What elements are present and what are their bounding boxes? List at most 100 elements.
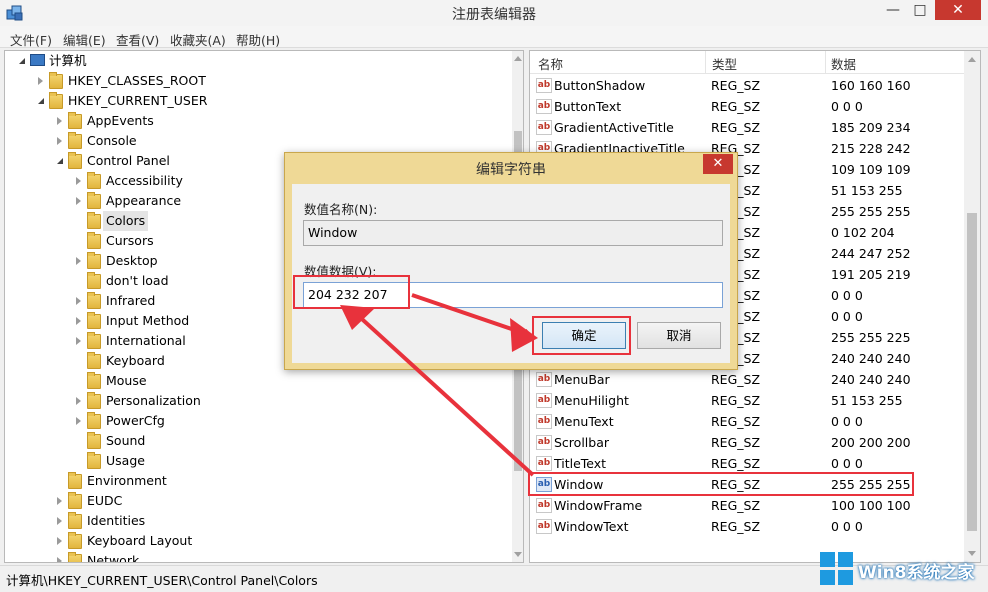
value-data-label: 数值数据(V):	[304, 264, 377, 279]
value-type: REG_SZ	[711, 477, 761, 492]
tree-node-label: Keyboard Layout	[87, 533, 193, 548]
value-type: REG_SZ	[711, 78, 761, 93]
value-data-input[interactable]: 204 232 207	[303, 282, 723, 308]
collapsed-arrow-icon[interactable]	[57, 537, 62, 545]
collapsed-arrow-icon[interactable]	[57, 137, 62, 145]
menu-file[interactable]: 文件(F)	[10, 30, 52, 49]
string-value-icon: ab	[536, 456, 552, 471]
value-name: TitleText	[554, 456, 607, 471]
list-item[interactable]: ab ButtonShadow REG_SZ 160 160 160	[530, 75, 964, 96]
list-header: 名称 类型 数据	[530, 51, 964, 74]
collapsed-arrow-icon[interactable]	[76, 397, 81, 405]
column-header-type[interactable]: 类型	[712, 54, 737, 73]
tree-node-label: Appearance	[106, 193, 182, 208]
string-value-icon: ab	[536, 498, 552, 513]
expanded-arrow-icon[interactable]	[38, 98, 44, 104]
value-data: 215 228 242	[831, 141, 911, 156]
close-button[interactable]: ✕	[935, 0, 981, 20]
folder-icon	[87, 312, 101, 329]
collapsed-arrow-icon[interactable]	[76, 257, 81, 265]
string-value-icon: ab	[536, 393, 552, 408]
string-value-icon: ab	[536, 435, 552, 450]
folder-icon	[87, 192, 101, 209]
string-value-icon: ab	[536, 477, 552, 492]
list-item[interactable]: ab Scrollbar REG_SZ 200 200 200	[530, 432, 964, 453]
value-name: WindowText	[554, 519, 629, 534]
dialog-close-button[interactable]: ✕	[703, 154, 733, 174]
list-item[interactable]: ab WindowFrame REG_SZ 100 100 100	[530, 495, 964, 516]
folder-icon	[49, 72, 63, 89]
list-item[interactable]: ab MenuText REG_SZ 0 0 0	[530, 411, 964, 432]
dialog-body: 数值名称(N): Window 数值数据(V): 204 232 207 确定 …	[292, 184, 730, 363]
folder-icon	[87, 332, 101, 349]
tree-node-label: Network	[87, 553, 140, 563]
tree-node-label: AppEvents	[87, 113, 154, 128]
menu-help[interactable]: 帮助(H)	[236, 30, 280, 49]
value-data: 255 255 255	[831, 204, 911, 219]
value-name: GradientActiveTitle	[554, 120, 674, 135]
list-scroll-thumb[interactable]	[967, 213, 977, 531]
list-item[interactable]: ab GradientActiveTitle REG_SZ 185 209 234	[530, 117, 964, 138]
cancel-button[interactable]: 取消	[637, 322, 721, 349]
tree-node-label: Console	[87, 133, 137, 148]
folder-icon	[68, 512, 82, 529]
menu-favorites[interactable]: 收藏夹(A)	[170, 30, 226, 49]
list-item[interactable]: ab WindowText REG_SZ 0 0 0	[530, 516, 964, 537]
value-type: REG_SZ	[711, 372, 761, 387]
column-header-name[interactable]: 名称	[538, 54, 563, 73]
value-data: 191 205 219	[831, 267, 911, 282]
value-data: 0 102 204	[831, 225, 895, 240]
folder-icon	[87, 252, 101, 269]
collapsed-arrow-icon[interactable]	[57, 557, 62, 562]
expanded-arrow-icon[interactable]	[19, 58, 25, 64]
folder-icon	[87, 292, 101, 309]
scroll-up-icon[interactable]	[514, 56, 522, 61]
collapsed-arrow-icon[interactable]	[57, 517, 62, 525]
tree-node-label: Infrared	[106, 293, 156, 308]
tree-node-label: HKEY_CURRENT_USER	[68, 93, 208, 108]
collapsed-arrow-icon[interactable]	[76, 317, 81, 325]
column-divider[interactable]	[705, 51, 706, 74]
list-item[interactable]: ab MenuBar REG_SZ 240 240 240	[530, 369, 964, 390]
list-item[interactable]: ab TitleText REG_SZ 0 0 0	[530, 453, 964, 474]
scroll-up-icon[interactable]	[968, 57, 976, 62]
column-divider[interactable]	[825, 51, 826, 74]
collapsed-arrow-icon[interactable]	[76, 337, 81, 345]
folder-icon	[68, 472, 82, 489]
column-header-data[interactable]: 数据	[831, 54, 856, 73]
folder-icon	[87, 432, 101, 449]
value-name: ButtonShadow	[554, 78, 646, 93]
expanded-arrow-icon[interactable]	[57, 158, 63, 164]
minimize-button[interactable]: —	[880, 0, 906, 20]
collapsed-arrow-icon[interactable]	[76, 297, 81, 305]
value-type: REG_SZ	[711, 120, 761, 135]
menu-view[interactable]: 查看(V)	[116, 30, 159, 49]
maximize-button[interactable]: □	[907, 0, 933, 20]
list-item[interactable]: ab MenuHilight REG_SZ 51 153 255	[530, 390, 964, 411]
string-value-icon: ab	[536, 372, 552, 387]
collapsed-arrow-icon[interactable]	[57, 497, 62, 505]
ok-button[interactable]: 确定	[542, 322, 626, 349]
collapsed-arrow-icon[interactable]	[76, 197, 81, 205]
collapsed-arrow-icon[interactable]	[38, 77, 43, 85]
folder-icon	[87, 272, 101, 289]
list-item[interactable]: ab Window REG_SZ 255 255 255	[530, 474, 964, 495]
collapsed-arrow-icon[interactable]	[76, 417, 81, 425]
value-type: REG_SZ	[711, 456, 761, 471]
list-scrollbar[interactable]	[964, 51, 980, 562]
tree-node-label: PowerCfg	[106, 413, 165, 428]
list-item[interactable]: ab ButtonText REG_SZ 0 0 0	[530, 96, 964, 117]
value-name: MenuText	[554, 414, 614, 429]
collapsed-arrow-icon[interactable]	[57, 117, 62, 125]
collapsed-arrow-icon[interactable]	[76, 177, 81, 185]
value-data: 0 0 0	[831, 99, 863, 114]
folder-icon	[68, 112, 82, 129]
value-name: Scrollbar	[554, 435, 609, 450]
menu-edit[interactable]: 编辑(E)	[63, 30, 106, 49]
scroll-down-icon[interactable]	[514, 552, 522, 557]
menu-bar: 文件(F) 编辑(E) 查看(V) 收藏夹(A) 帮助(H)	[0, 26, 988, 48]
tree-node-label: Mouse	[106, 373, 147, 388]
tree-node-label: Keyboard	[106, 353, 165, 368]
folder-icon	[68, 492, 82, 509]
value-type: REG_SZ	[711, 99, 761, 114]
